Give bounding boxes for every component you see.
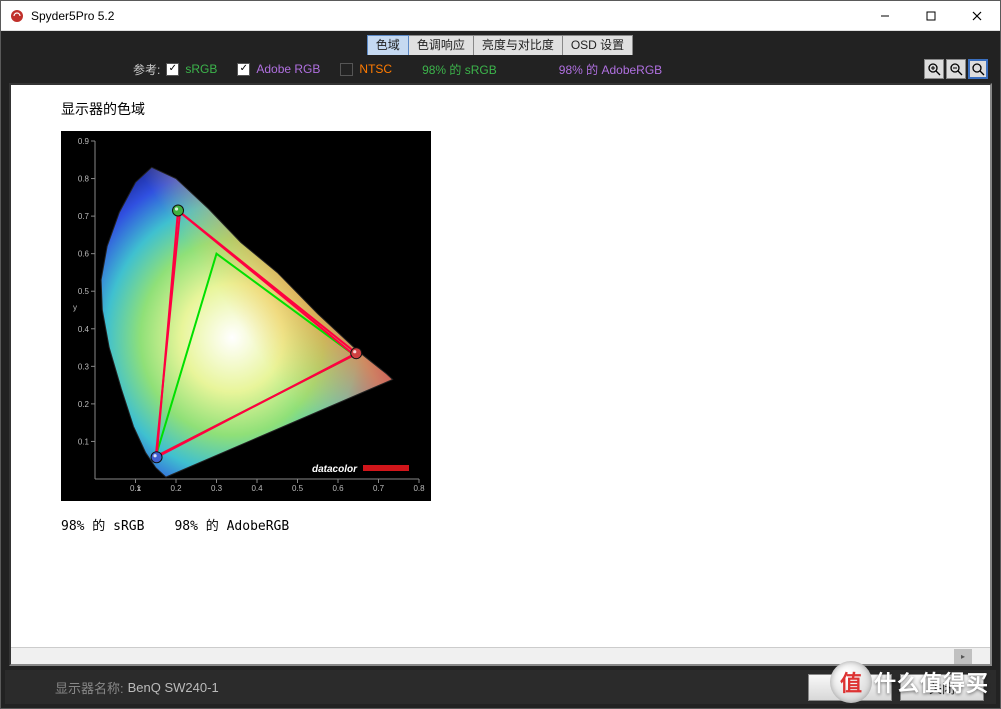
print-button[interactable]: 打印 xyxy=(808,674,892,701)
svg-text:0.2: 0.2 xyxy=(78,400,90,409)
display-label: 显示器名称: xyxy=(55,678,124,697)
svg-text:0.3: 0.3 xyxy=(78,362,90,371)
svg-text:0.9: 0.9 xyxy=(78,137,90,146)
zoom-in-button[interactable] xyxy=(924,59,944,79)
tab-gamut[interactable]: 色域 xyxy=(367,35,409,55)
chromaticity-chart: 0.10.20.30.40.50.60.70.80.10.20.30.40.50… xyxy=(61,131,431,501)
checkbox-srgb[interactable]: ✓ xyxy=(166,63,179,76)
content-panel: 显示器的色域 0.10.20.30.40.50.60.70.80.10.20.3… xyxy=(9,83,992,666)
reference-label: 参考: xyxy=(133,61,160,78)
titlebar: Spyder5Pro 5.2 xyxy=(1,1,1000,31)
horizontal-scrollbar[interactable]: ▸ xyxy=(11,647,990,664)
svg-text:0.7: 0.7 xyxy=(78,212,90,221)
tab-osd[interactable]: OSD 设置 xyxy=(562,35,633,55)
coverage-adobe: 98% 的 AdobeRGB xyxy=(174,515,289,534)
zoom-controls xyxy=(924,59,988,79)
display-value: BenQ SW240-1 xyxy=(128,680,219,695)
svg-text:0.5: 0.5 xyxy=(78,287,90,296)
maximize-button[interactable] xyxy=(908,1,954,30)
svg-text:0.8: 0.8 xyxy=(413,484,425,493)
zoom-out-button[interactable] xyxy=(946,59,966,79)
section-title: 显示器的色域 xyxy=(61,99,990,119)
zoom-fit-button[interactable] xyxy=(968,59,988,79)
svg-text:x: x xyxy=(137,484,141,493)
svg-text:0.8: 0.8 xyxy=(78,175,90,184)
svg-text:0.4: 0.4 xyxy=(78,325,90,334)
svg-text:0.7: 0.7 xyxy=(373,484,385,493)
stat-srgb: 98% 的 sRGB xyxy=(422,61,497,78)
checkbox-ntsc-label: NTSC xyxy=(359,62,392,76)
tab-strip: 色域 色调响应 亮度与对比度 OSD 设置 xyxy=(5,35,996,55)
close-app-button[interactable]: 关闭 xyxy=(900,674,984,701)
minimize-button[interactable] xyxy=(862,1,908,30)
footer: 显示器名称: BenQ SW240-1 打印 关闭 xyxy=(5,670,996,704)
tab-tone[interactable]: 色调响应 xyxy=(408,35,474,55)
close-button[interactable] xyxy=(954,1,1000,30)
svg-text:0.1: 0.1 xyxy=(78,437,90,446)
checkbox-srgb-label: sRGB xyxy=(185,62,217,76)
reference-bar: 参考: ✓ sRGB ✓ Adobe RGB NTSC 98% 的 sRGB 9… xyxy=(5,55,996,83)
svg-text:0.4: 0.4 xyxy=(251,484,263,493)
checkbox-adobe-label: Adobe RGB xyxy=(256,62,320,76)
svg-text:0.3: 0.3 xyxy=(211,484,223,493)
window-title: Spyder5Pro 5.2 xyxy=(31,9,862,23)
window-controls xyxy=(862,1,1000,30)
svg-text:y: y xyxy=(73,303,77,312)
app-icon xyxy=(9,8,25,24)
coverage-srgb: 98% 的 sRGB xyxy=(61,515,144,534)
svg-text:0.2: 0.2 xyxy=(170,484,182,493)
stat-adobe: 98% 的 AdobeRGB xyxy=(559,61,662,78)
checkbox-ntsc[interactable] xyxy=(340,63,353,76)
checkbox-adobe[interactable]: ✓ xyxy=(237,63,250,76)
svg-text:0.6: 0.6 xyxy=(332,484,344,493)
coverage-text: 98% 的 sRGB 98% 的 AdobeRGB xyxy=(61,515,990,534)
svg-text:0.5: 0.5 xyxy=(292,484,304,493)
scroll-area[interactable]: 显示器的色域 0.10.20.30.40.50.60.70.80.10.20.3… xyxy=(11,85,990,647)
svg-text:datacolor: datacolor xyxy=(312,464,358,475)
tab-brightness[interactable]: 亮度与对比度 xyxy=(473,35,563,55)
svg-text:0.6: 0.6 xyxy=(78,250,90,259)
